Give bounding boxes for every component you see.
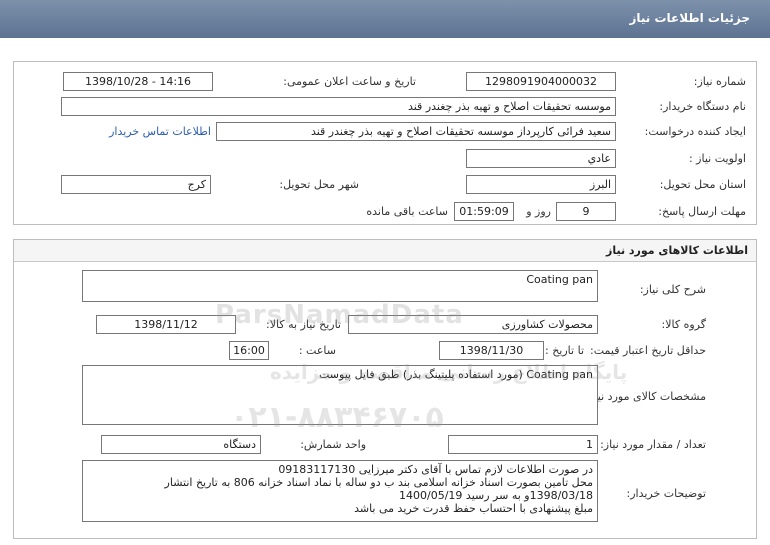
hour-label: ساعت :	[298, 344, 336, 357]
buyer-name-label: نام دستگاه خریدار:	[659, 100, 746, 113]
buyer-notes-line: در صورت اطلاعات لازم تماس با آقای دکتر م…	[278, 463, 593, 476]
announce-date-field[interactable]: 1398/10/28 - 14:16	[63, 72, 213, 91]
page-title-bar: جزئیات اطلاعات نیاز	[0, 0, 770, 38]
unit-label: واحد شمارش:	[300, 438, 366, 451]
goods-section-header: اطلاعات کالاهای مورد نیاز	[14, 240, 756, 262]
general-desc-label: شرح کلی نیاز:	[639, 283, 706, 296]
city-field[interactable]: کرج	[61, 175, 211, 194]
need-info-panel: شماره نیاز: 1298091904000032 تاریخ و ساع…	[13, 61, 757, 225]
province-label: استان محل تحویل:	[659, 178, 746, 191]
need-number-label: شماره نیاز:	[693, 75, 746, 88]
goods-info-panel: اطلاعات کالاهای مورد نیاز شرح کلی نیاز: …	[13, 239, 757, 539]
min-price-validity-label: حداقل تاریخ اعتبار قیمت:	[590, 344, 706, 357]
unit-field[interactable]: دستگاه	[101, 435, 261, 454]
creator-label: ایجاد کننده درخواست:	[644, 125, 746, 138]
buyer-notes-field[interactable]: در صورت اطلاعات لازم تماس با آقای دکتر م…	[82, 460, 598, 522]
deadline-days-field[interactable]: 9	[556, 202, 616, 221]
announce-date-label: تاریخ و ساعت اعلان عمومی:	[283, 75, 416, 88]
buyer-notes-line: مبلغ پیشنهادی با احتساب حفظ قدرت خرید می…	[354, 502, 593, 515]
creator-field[interactable]: سعید فرائی کارپرداز موسسه تحقیقات اصلاح …	[216, 122, 616, 141]
page-title: جزئیات اطلاعات نیاز	[629, 11, 750, 25]
days-label: روز و	[526, 205, 551, 218]
goods-spec-field[interactable]: Coating pan (مورد استفاده پلیتینگ بذر) ط…	[82, 365, 598, 425]
goods-group-field[interactable]: محصولات کشاورزی	[348, 315, 598, 334]
need-number-field[interactable]: 1298091904000032	[466, 72, 616, 91]
priority-field[interactable]: عادي	[466, 149, 616, 168]
quantity-label: تعداد / مقدار مورد نیاز:	[600, 438, 706, 451]
need-date-field[interactable]: 1398/11/12	[96, 315, 236, 334]
until-date-label: تا تاریخ :	[545, 344, 584, 357]
need-date-label: تاریخ نیاز به کالا:	[266, 318, 341, 331]
buyer-notes-line: محل تامین بصورت اسناد خزانه اسلامی بند ب…	[164, 476, 593, 489]
buyer-notes-label: توضیحات خریدار:	[626, 487, 707, 500]
deadline-label: مهلت ارسال پاسخ:	[658, 205, 746, 218]
buyer-notes-line: 1398/03/18و به سر رسید 1400/05/19	[399, 489, 593, 502]
until-date-field[interactable]: 1398/11/30	[439, 341, 544, 360]
general-desc-field[interactable]: Coating pan	[82, 270, 598, 302]
city-label: شهر محل تحویل:	[279, 178, 359, 191]
quantity-field[interactable]: 1	[448, 435, 598, 454]
goods-group-label: گروه کالا:	[661, 318, 706, 331]
remaining-label: ساعت باقی مانده	[366, 205, 448, 218]
goods-section-title: اطلاعات کالاهای مورد نیاز	[606, 244, 748, 257]
deadline-time-field[interactable]: 01:59:09	[454, 202, 514, 221]
buyer-name-field[interactable]: موسسه تحقیقات اصلاح و تهیه بذر چغندر قند	[61, 97, 616, 116]
hour-field[interactable]: 16:00	[229, 341, 269, 360]
province-field[interactable]: البرز	[466, 175, 616, 194]
buyer-contact-link[interactable]: اطلاعات تماس خریدار	[109, 125, 211, 138]
goods-spec-label: مشخصات کالای مورد نیاز:	[585, 390, 706, 403]
priority-label: اولویت نیاز :	[688, 152, 746, 165]
